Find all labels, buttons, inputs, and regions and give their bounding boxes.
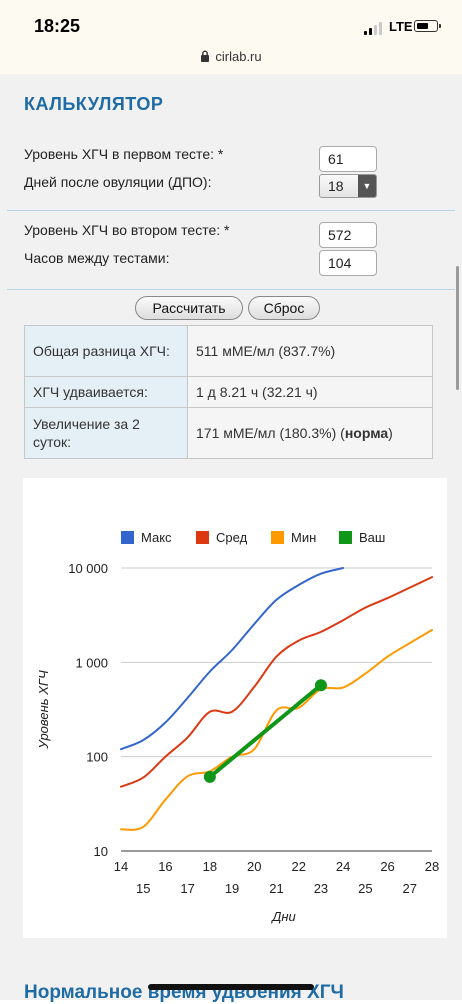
status-bar: 18:25 LTE <box>0 0 462 44</box>
data-point <box>203 770 216 783</box>
x-tick-label: 26 <box>380 859 394 874</box>
chevron-down-icon: ▼ <box>358 175 376 197</box>
table-row: Общая разница ХГЧ: 511 мМЕ/мл (837.7%) <box>24 325 433 377</box>
y-tick-label: 100 <box>86 750 108 765</box>
dpo-select[interactable]: 18 ▼ <box>319 174 377 198</box>
x-tick-label: 25 <box>358 881 372 896</box>
y-tick-label: 10 000 <box>68 561 108 576</box>
calculate-button[interactable]: Рассчитать <box>135 296 243 320</box>
result-value: 511 мМЕ/мл (837.7%) <box>187 325 433 377</box>
chart-svg: 10 100 1 000 10 000 14 15 16 17 18 19 20 21 22 23 24 25… <box>36 530 439 924</box>
result-label: Увеличение за 2 суток: <box>24 407 188 459</box>
legend-label: Сред <box>216 530 248 545</box>
legend-swatch <box>196 531 209 544</box>
series-line <box>120 576 433 788</box>
scrollbar[interactable] <box>456 266 459 390</box>
table-row: ХГЧ удваивается: 1 д 8.21 ч (32.21 ч) <box>24 376 433 408</box>
status-time: 18:25 <box>34 16 81 36</box>
series-line <box>207 683 323 779</box>
result-value-text: 171 мМЕ/мл (180.3%) ( <box>196 425 345 441</box>
divider <box>7 210 455 211</box>
x-tick-label: 16 <box>158 859 172 874</box>
series-line <box>120 629 433 831</box>
x-tick-label: 28 <box>425 859 439 874</box>
x-tick-label: 18 <box>203 859 217 874</box>
results-table: Общая разница ХГЧ: 511 мМЕ/мл (837.7%) Х… <box>24 325 433 459</box>
x-tick-label: 20 <box>247 859 261 874</box>
series-line <box>120 567 345 751</box>
cellular-signal-icon <box>364 21 384 35</box>
second-test-input[interactable]: 572 <box>319 222 377 248</box>
divider <box>7 289 455 290</box>
legend-label: Мин <box>291 530 316 545</box>
result-label: Общая разница ХГЧ: <box>24 325 188 377</box>
x-tick-label: 21 <box>269 881 283 896</box>
legend-label: Макс <box>141 530 172 545</box>
legend-label: Ваш <box>359 530 385 545</box>
x-tick-label: 24 <box>336 859 350 874</box>
y-tick-label: 10 <box>94 844 108 859</box>
y-axis-title: Уровень ХГЧ <box>36 670 51 750</box>
calculator-title: КАЛЬКУЛЯТОР <box>24 94 164 114</box>
table-row: Увеличение за 2 суток: 171 мМЕ/мл (180.3… <box>24 407 433 459</box>
x-tick-label: 27 <box>403 881 417 896</box>
x-tick-label: 23 <box>314 881 328 896</box>
second-test-label: Уровень ХГЧ во втором тесте: * <box>24 222 230 238</box>
x-tick-label: 17 <box>180 881 194 896</box>
network-type: LTE <box>389 19 413 34</box>
battery-icon <box>414 20 441 32</box>
result-value: 1 д 8.21 ч (32.21 ч) <box>187 376 433 408</box>
first-test-input[interactable]: 61 <box>319 146 377 172</box>
lock-icon <box>201 50 210 62</box>
x-tick-label: 15 <box>136 881 150 896</box>
data-point <box>314 679 327 692</box>
x-tick-label: 14 <box>114 859 128 874</box>
page-content: КАЛЬКУЛЯТОР Уровень ХГЧ в первом тесте: … <box>0 74 462 1003</box>
home-indicator[interactable] <box>148 984 314 990</box>
result-value-end: ) <box>388 425 393 441</box>
legend-swatch <box>121 531 134 544</box>
status-badge: норма <box>344 425 389 441</box>
hours-between-label: Часов между тестами: <box>24 250 170 266</box>
first-test-label: Уровень ХГЧ в первом тесте: * <box>24 146 224 162</box>
result-value: 171 мМЕ/мл (180.3%) (норма) <box>187 407 433 459</box>
address-bar[interactable]: cirlab.ru <box>0 44 462 74</box>
reset-button[interactable]: Сброс <box>248 296 320 320</box>
y-tick-label: 1 000 <box>75 655 108 670</box>
legend-swatch <box>271 531 284 544</box>
x-tick-label: 22 <box>291 859 305 874</box>
x-tick-label: 19 <box>225 881 239 896</box>
url-text: cirlab.ru <box>215 49 262 64</box>
dpo-selected-value: 18 <box>328 178 344 194</box>
dpo-label: Дней после овуляции (ДПО): <box>24 174 212 190</box>
hcg-chart: 10 100 1 000 10 000 14 15 16 17 18 19 20 21 22 23 24 25… <box>23 478 447 938</box>
result-label: ХГЧ удваивается: <box>24 376 188 408</box>
legend-swatch <box>339 531 352 544</box>
x-axis-title: Дни <box>270 909 296 924</box>
hours-between-input[interactable]: 104 <box>319 250 377 276</box>
